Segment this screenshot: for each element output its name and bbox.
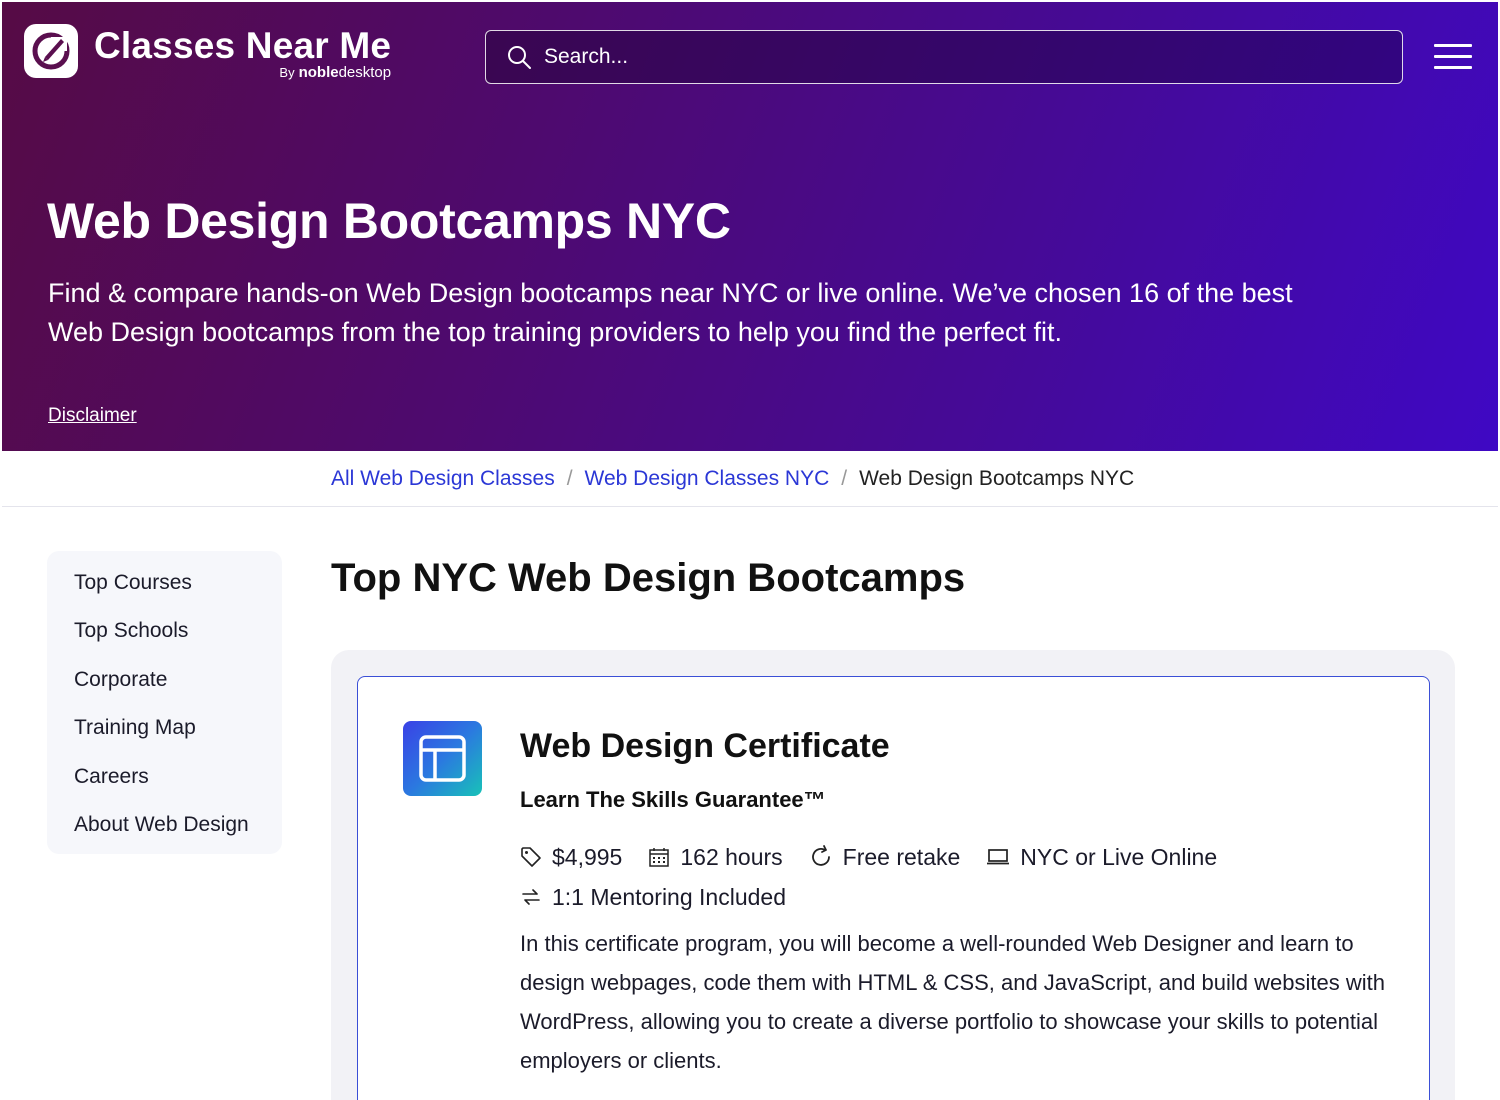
refresh-icon xyxy=(811,845,830,866)
course-card[interactable]: Web Design Certificate Learn The Skills … xyxy=(357,676,1430,1100)
course-meta: $4,995 162 hours Free retake NYC or Live… xyxy=(520,837,1243,917)
breadcrumb-separator: / xyxy=(841,466,848,490)
sidebar-item-about-web-design[interactable]: About Web Design xyxy=(47,811,282,859)
logo-desktop: desktop xyxy=(338,64,392,81)
sidebar-nav: Top Courses Top Schools Corporate Traini… xyxy=(47,551,282,854)
layout-icon xyxy=(403,721,482,796)
breadcrumb-current: Web Design Bootcamps NYC xyxy=(859,466,1135,490)
breadcrumb-link-web-design-nyc[interactable]: Web Design Classes NYC xyxy=(585,467,830,491)
sidebar-item-careers[interactable]: Careers xyxy=(47,763,282,811)
mentoring-info: 1:1 Mentoring Included xyxy=(520,884,786,911)
logo-title: Classes Near Me xyxy=(94,25,392,66)
course-retake: Free retake xyxy=(842,843,961,870)
course-hours: 162 hours xyxy=(680,843,783,870)
logo-mark-icon xyxy=(24,24,78,78)
logo-noble: noble xyxy=(298,64,339,81)
retake-info: Free retake xyxy=(809,843,961,871)
disclaimer-link[interactable]: Disclaimer xyxy=(48,405,137,427)
location-info: NYC or Live Online xyxy=(986,844,1217,871)
search-icon xyxy=(508,46,531,69)
site-logo[interactable]: Classes Near Me By nobledesktop xyxy=(24,24,391,81)
laptop-icon xyxy=(987,849,1010,865)
sidebar-item-top-courses[interactable]: Top Courses xyxy=(47,569,282,617)
price-tag-icon xyxy=(521,847,541,867)
breadcrumb: All Web Design Classes / Web Design Clas… xyxy=(2,451,1498,507)
course-location: NYC or Live Online xyxy=(1020,843,1218,870)
course-title[interactable]: Web Design Certificate xyxy=(520,727,890,766)
search-box xyxy=(485,30,1403,84)
price-info: $4,995 xyxy=(520,844,622,871)
course-description: In this certificate program, you will be… xyxy=(520,931,1385,1073)
breadcrumb-link-all-web-design[interactable]: All Web Design Classes xyxy=(331,467,555,491)
sidebar-item-training-map[interactable]: Training Map xyxy=(47,714,282,762)
search-input[interactable] xyxy=(544,45,1344,69)
calendar-icon xyxy=(649,848,670,867)
sidebar-item-corporate[interactable]: Corporate xyxy=(47,666,282,714)
hamburger-menu-icon[interactable] xyxy=(1434,44,1472,70)
hero-description: Find & compare hands-on Web Design bootc… xyxy=(48,278,1293,347)
course-price: $4,995 xyxy=(552,843,623,870)
logo-by: By xyxy=(279,65,295,80)
hours-info: 162 hours xyxy=(648,843,783,871)
section-title: Top NYC Web Design Bootcamps xyxy=(331,556,966,600)
breadcrumb-separator: / xyxy=(566,466,573,490)
course-mentoring: 1:1 Mentoring Included xyxy=(552,883,786,910)
swap-arrows-icon xyxy=(522,889,540,905)
page-title: Web Design Bootcamps NYC xyxy=(47,193,731,249)
sidebar-item-top-schools[interactable]: Top Schools xyxy=(47,617,282,665)
guarantee-label: Learn The Skills Guarantee™ xyxy=(520,787,826,812)
hero-banner: Classes Near Me Bynobledesktop Web Desig… xyxy=(2,2,1498,451)
